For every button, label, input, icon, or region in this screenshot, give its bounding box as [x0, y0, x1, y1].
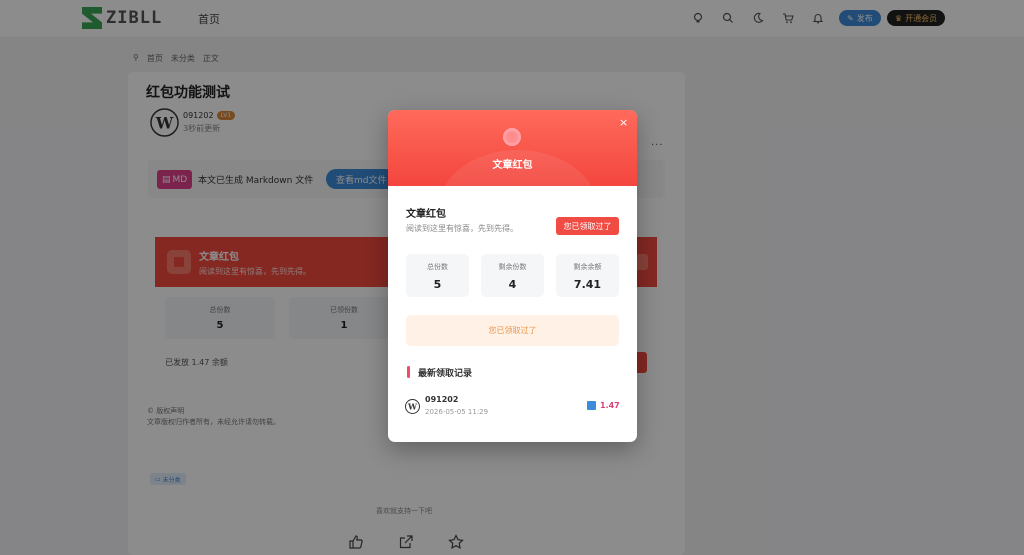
stat-label: 剩余余额	[573, 263, 602, 271]
stat-value: 5	[433, 278, 442, 291]
claimed-button[interactable]: 您已领取过了	[406, 315, 619, 346]
redpacket-icon	[503, 128, 521, 146]
stat-label: 总份数	[427, 263, 448, 271]
section-marker	[407, 366, 410, 378]
modal-header-title: 文章红包	[492, 160, 533, 171]
svg-text:W: W	[407, 402, 418, 412]
stat-value: 4	[508, 278, 517, 291]
modal-header: 文章红包 ×	[388, 110, 637, 186]
stat-remaining-shares: 剩余份数 4	[481, 254, 544, 297]
record-amount: 1.47	[600, 401, 620, 410]
record-name: 091202	[425, 395, 459, 404]
claimed-status-badge: 您已领取过了	[556, 217, 619, 235]
redpacket-modal: 文章红包 × 文章红包 阅读到这里有惊喜，先到先得。 您已领取过了 总份数 5 …	[388, 110, 637, 442]
records-title: 最新领取记录	[418, 369, 473, 379]
stat-label: 剩余份数	[498, 263, 527, 271]
stat-value: 7.41	[573, 278, 602, 291]
coin-icon	[587, 401, 596, 410]
record-avatar: W	[405, 399, 420, 414]
stat-total-shares: 总份数 5	[406, 254, 469, 297]
stat-remaining-balance: 剩余余额 7.41	[556, 254, 619, 297]
close-icon[interactable]: ×	[619, 116, 628, 129]
modal-subtitle: 阅读到这里有惊喜，先到先得。	[406, 224, 518, 233]
record-time: 2026-05-05 11:29	[425, 408, 489, 416]
modal-title: 文章红包	[406, 209, 446, 220]
